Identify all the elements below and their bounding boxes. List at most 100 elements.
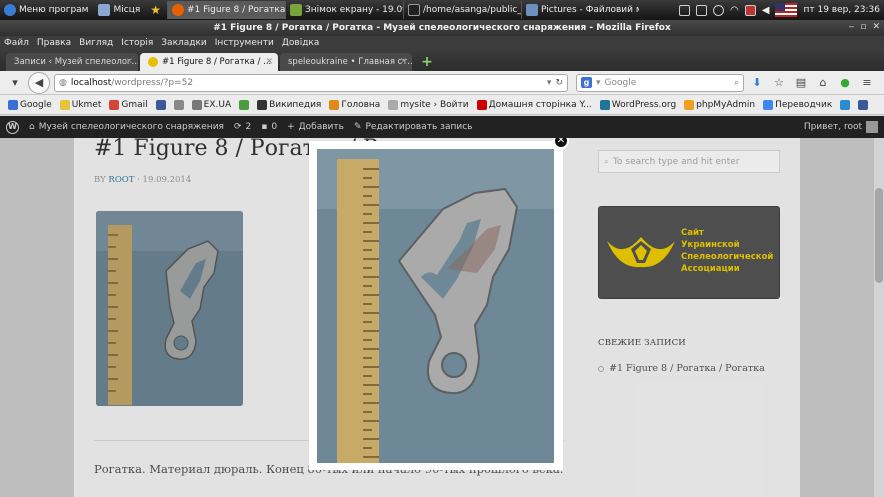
bookmark-favicon-icon xyxy=(388,99,399,110)
bookmark-favicon-icon xyxy=(109,99,120,110)
add-new-link[interactable]: + Добавить xyxy=(287,122,344,132)
star-icon: ★ xyxy=(150,3,162,17)
menu-help[interactable]: Довідка xyxy=(278,36,324,51)
menu-bookmarks[interactable]: Закладки xyxy=(157,36,211,51)
bookmark-favicon-icon xyxy=(8,99,18,110)
tab-bar: Записи ‹ Музей спелеолог... ✕ #1 Figure … xyxy=(0,51,884,71)
wordpress-icon: W xyxy=(6,120,19,134)
bookmark-item[interactable]: Википедия xyxy=(257,99,321,110)
minimize-icon[interactable]: ‒ xyxy=(849,22,855,32)
task-label: Pictures - Файловий м... xyxy=(541,5,639,15)
globe-icon: ◍ xyxy=(59,77,67,88)
tab-posts[interactable]: Записи ‹ Музей спелеолог... ✕ xyxy=(6,53,138,71)
menu-tools[interactable]: Інструменти xyxy=(211,36,278,51)
updates-count: 2 xyxy=(245,122,252,132)
dropdown-icon[interactable]: ▾ xyxy=(547,78,552,88)
back-button[interactable]: ◀ xyxy=(28,71,50,94)
keyboard-layout-flag-icon[interactable] xyxy=(775,3,798,17)
bookmark-item[interactable] xyxy=(858,99,869,110)
bookmark-item[interactable]: WordPress.org xyxy=(599,99,677,110)
comments-link[interactable]: ▪ 0 xyxy=(261,122,277,132)
close-icon[interactable]: ✕ xyxy=(399,57,407,67)
task-screenshot[interactable]: Знімок екрану - 19.09.... xyxy=(285,1,403,19)
menu-file[interactable]: Файл xyxy=(0,36,33,51)
updates-link[interactable]: ⟳ 2 xyxy=(234,122,251,132)
bookmark-item[interactable] xyxy=(173,99,184,110)
bookmark-label: Gmail xyxy=(121,99,148,110)
task-file-manager[interactable]: Pictures - Файловий м... xyxy=(521,1,639,19)
url-host: localhost xyxy=(70,77,112,88)
bookmark-item[interactable]: phpMyAdmin xyxy=(684,99,755,110)
page-viewport: #1 Figure 8 / Рогатка / Рогатка BY ROOT … xyxy=(0,138,884,497)
tab-speleoukraine[interactable]: speleoukraine • Главная ст... ✕ xyxy=(280,53,412,71)
search-icon[interactable]: ⌕ xyxy=(734,78,739,88)
app-menu-button[interactable]: Меню програм xyxy=(0,1,94,19)
bookmark-item[interactable]: Переводчик xyxy=(763,99,832,110)
close-icon[interactable]: ✕ xyxy=(872,22,880,32)
places-button[interactable]: Місця xyxy=(94,1,146,19)
close-icon[interactable]: ✕ xyxy=(265,57,273,67)
menu-history[interactable]: Історія xyxy=(117,36,157,51)
bookmark-favicon-icon xyxy=(840,99,851,110)
tab-current-post[interactable]: #1 Figure 8 / Рогатка / ... ✕ xyxy=(140,53,278,71)
bookmark-item[interactable]: Google xyxy=(8,99,52,110)
google-icon[interactable]: g xyxy=(581,77,592,88)
search-box[interactable]: g ▾ Google ⌕ xyxy=(576,73,744,92)
clipboard-icon[interactable] xyxy=(696,4,708,16)
downloads-button[interactable]: ⬇ xyxy=(748,74,766,92)
hamburger-menu-button[interactable]: ≡ xyxy=(858,74,876,92)
wordpress-logo-button[interactable]: W xyxy=(6,120,19,134)
site-name: Музей спелеологического снаряжения xyxy=(38,122,224,132)
favorites-button[interactable]: ★ xyxy=(146,1,167,19)
clock[interactable]: пт 19 вер, 23:36 xyxy=(803,5,880,15)
bookmark-item[interactable]: EX.UA xyxy=(191,99,231,110)
app-menu-icon xyxy=(4,4,16,16)
bookmark-item[interactable] xyxy=(840,99,851,110)
bookmark-item[interactable]: mysite › Войти xyxy=(388,99,469,110)
avatar xyxy=(866,121,878,133)
addon-button[interactable]: ● xyxy=(836,74,854,92)
figure8-photo-image xyxy=(317,149,554,463)
bookmark-item[interactable]: Домашня сторінка Y... xyxy=(476,99,592,110)
maximize-icon[interactable]: ▫ xyxy=(860,22,866,32)
app-menu-label: Меню програм xyxy=(19,5,89,15)
bookmark-item[interactable] xyxy=(239,99,250,110)
lightbox-image[interactable] xyxy=(317,149,554,463)
menu-edit[interactable]: Правка xyxy=(33,36,75,51)
wifi-icon[interactable]: ◠ xyxy=(730,5,739,16)
site-name-link[interactable]: ⌂ Музей спелеологического снаряжения xyxy=(29,122,224,132)
bookmarks-toolbar: Google Ukmet Gmail EX.UA Википедия Головна mys… xyxy=(0,95,884,115)
home-button[interactable]: ⌂ xyxy=(814,74,832,92)
taskbar: Меню програм Місця ★ #1 Figure 8 / Рогат… xyxy=(0,0,884,20)
menubar: Файл Правка Вигляд Історія Закладки Інст… xyxy=(0,36,884,51)
bookmark-item[interactable] xyxy=(155,99,166,110)
notes-icon[interactable] xyxy=(679,4,691,16)
bookmark-item[interactable]: Головна xyxy=(329,99,380,110)
url-text[interactable]: localhost/wordpress/?p=52 xyxy=(71,78,543,88)
volume-icon[interactable]: ◀ xyxy=(762,5,770,16)
close-icon[interactable]: ✕ xyxy=(125,57,133,67)
us-flag-small-icon[interactable] xyxy=(744,4,756,16)
bluetooth-icon[interactable] xyxy=(713,4,725,16)
comment-icon: ▪ xyxy=(261,122,268,132)
bookmark-label: Ukmet xyxy=(71,99,102,110)
history-dropdown-button[interactable]: ▾ xyxy=(6,74,24,92)
search-engine-dropdown-icon[interactable]: ▾ xyxy=(596,78,601,88)
folder-icon xyxy=(526,4,539,16)
reload-icon[interactable]: ↻ xyxy=(555,78,563,88)
task-firefox[interactable]: #1 Figure 8 / Рогатка / ... xyxy=(167,1,286,19)
bookmark-favicon-icon xyxy=(173,99,184,110)
bookmark-item[interactable]: Gmail xyxy=(109,99,148,110)
comments-count: 0 xyxy=(271,122,278,132)
new-tab-button[interactable]: + xyxy=(418,53,436,71)
bookmarks-menu-button[interactable]: ▤ xyxy=(792,74,810,92)
search-input[interactable]: Google xyxy=(605,78,637,88)
bookmark-star-button[interactable]: ☆ xyxy=(770,74,788,92)
bookmark-item[interactable]: Ukmet xyxy=(59,99,102,110)
account-menu[interactable]: Привет, root xyxy=(804,121,878,133)
url-bar[interactable]: ◍ localhost/wordpress/?p=52 ▾ ↻ xyxy=(54,73,568,92)
task-terminal[interactable]: /home/asanga/public_h... xyxy=(403,1,521,19)
menu-view[interactable]: Вигляд xyxy=(75,36,117,51)
bookmark-label: WordPress.org xyxy=(611,99,677,110)
edit-post-link[interactable]: ✎ Редактировать запись xyxy=(354,122,473,132)
